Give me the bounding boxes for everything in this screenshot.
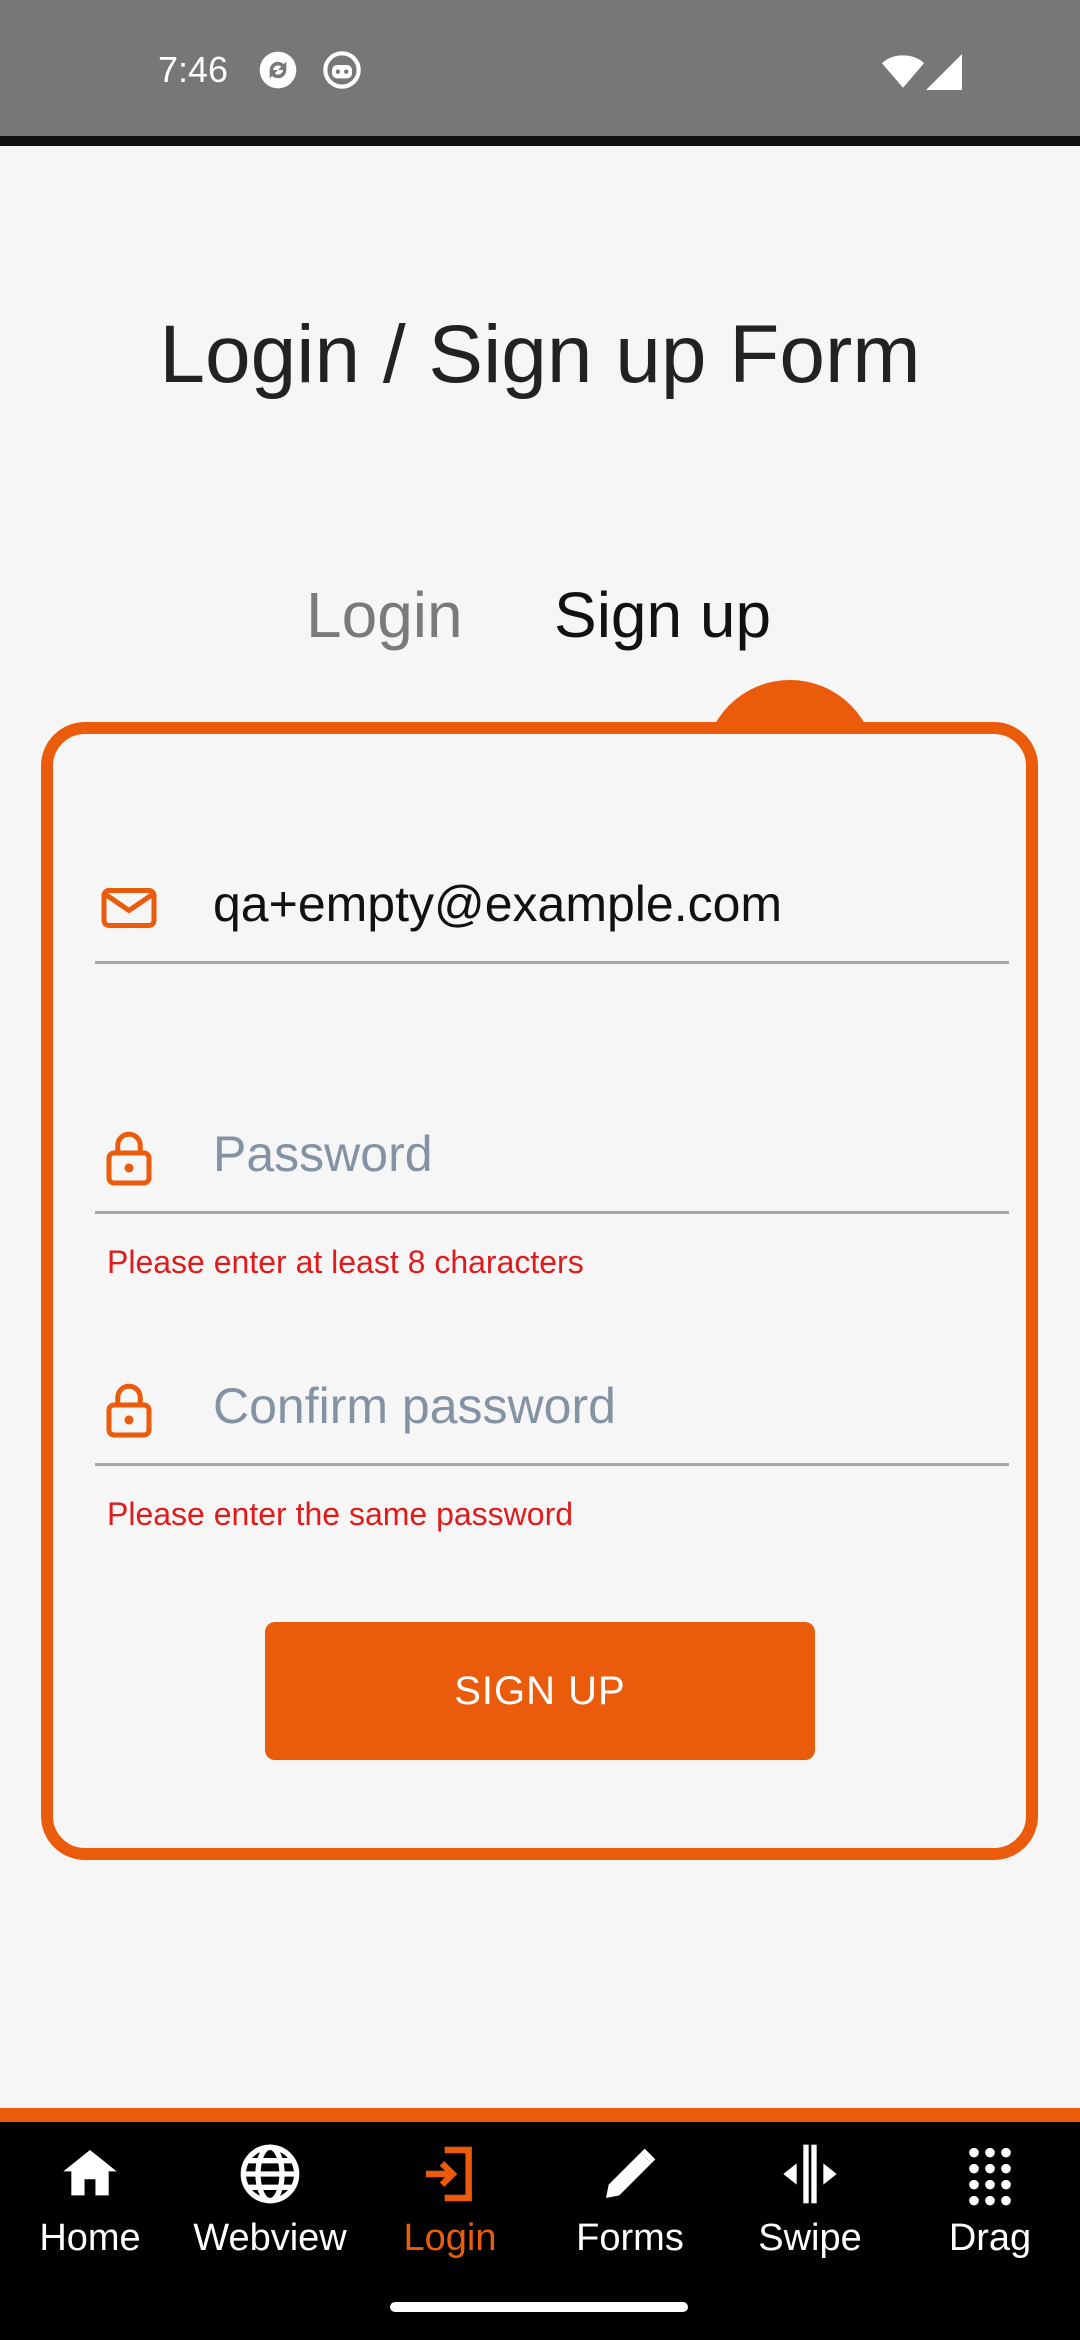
grid-icon: [969, 2147, 1011, 2206]
login-icon: [426, 2146, 472, 2202]
confirm-password-input[interactable]: [213, 1356, 1003, 1456]
password-input[interactable]: [213, 1104, 1003, 1204]
app-top-divider: [0, 136, 1080, 146]
confirm-password-field: [95, 1346, 1009, 1466]
bottom-nav-accent: [0, 2108, 1080, 2122]
nav-label: Login: [403, 2217, 497, 2259]
nav-label: Drag: [948, 2217, 1032, 2259]
swipe-icon: [783, 2144, 837, 2204]
nav-label: Swipe: [758, 2217, 862, 2259]
page-title: Login / Sign up Form: [159, 309, 921, 400]
password-error: Please enter at least 8 characters: [107, 1244, 584, 1280]
status-bar: 7:46: [0, 0, 1080, 136]
email-input[interactable]: [213, 854, 1003, 954]
confirm-password-underline: [95, 1463, 1009, 1466]
nav-login[interactable]: Login: [360, 2142, 540, 2292]
gesture-handle[interactable]: [390, 2302, 688, 2312]
lock-icon: [106, 1383, 152, 1438]
email-underline: [95, 961, 1009, 964]
nav-forms[interactable]: Forms: [540, 2142, 720, 2292]
sign-up-button[interactable]: SIGN UP: [265, 1622, 815, 1760]
sync-icon: [259, 51, 297, 89]
status-time: 7:46: [158, 49, 229, 90]
wifi-icon: [882, 55, 924, 88]
nav-home[interactable]: Home: [0, 2142, 180, 2292]
nav-swipe[interactable]: Swipe: [720, 2142, 900, 2292]
email-field: [95, 844, 1009, 964]
nav-label: Home: [39, 2217, 141, 2259]
nav-drag[interactable]: Drag: [900, 2142, 1080, 2292]
password-field: [95, 1094, 1009, 1214]
mail-icon: [101, 888, 157, 928]
pencil-icon: [606, 2148, 656, 2198]
nav-label: Webview: [193, 2217, 347, 2259]
nav-webview[interactable]: Webview: [180, 2142, 360, 2292]
bot-icon: [323, 51, 361, 89]
password-underline: [95, 1211, 1009, 1214]
confirm-password-error: Please enter the same password: [107, 1496, 574, 1532]
signup-card: Please enter at least 8 characters Pleas…: [41, 722, 1038, 1860]
auth-tabs: Login Sign up: [0, 575, 1080, 655]
globe-icon: [240, 2144, 300, 2204]
home-icon: [63, 2150, 117, 2196]
tab-signup[interactable]: Sign up: [554, 575, 771, 655]
nav-label: Forms: [576, 2217, 684, 2259]
tab-login[interactable]: Login: [306, 575, 463, 655]
lock-icon: [106, 1131, 152, 1186]
signal-icon: [926, 54, 962, 90]
